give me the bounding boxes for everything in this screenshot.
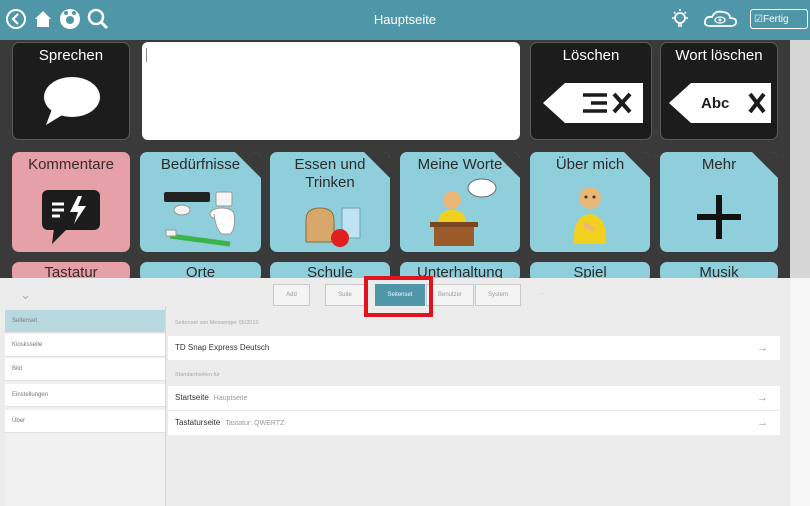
startseite-label: Startseite — [175, 393, 209, 402]
pageset-name: TD Snap Express Deutsch — [175, 343, 270, 352]
home-icon[interactable] — [32, 7, 54, 31]
settings-right-strip — [790, 278, 810, 506]
clear-label: Löschen — [562, 47, 620, 64]
highlight-box — [364, 276, 433, 317]
tab-system[interactable]: System — [475, 284, 521, 306]
default-pages-group-label: Standardseiten für — [175, 372, 220, 378]
category-kommentare[interactable]: Kommentare — [12, 152, 130, 252]
tastaturseite-row[interactable]: Tastaturseite Tastatur: QWERTZ → — [168, 411, 780, 435]
pageset-group-label: Seitenset von Messenger 05/2015 — [175, 320, 259, 326]
startseite-row[interactable]: Startseite Hauptseite → — [168, 386, 780, 410]
category-label: Essen und Trinken — [294, 156, 366, 191]
delete-word-button[interactable]: Wort löschen Abc — [660, 42, 778, 140]
panel-divider — [165, 306, 166, 506]
category-beduerfnisse[interactable]: Bedürfnisse — [140, 152, 261, 252]
profile-icon[interactable] — [58, 7, 82, 31]
collapse-chevron-icon[interactable]: ⌄ — [20, 287, 31, 303]
arrow-right-icon: → — [757, 342, 768, 354]
lightbulb-icon[interactable] — [668, 7, 692, 31]
done-label: Fertig — [762, 14, 789, 25]
tab-suite[interactable]: Suite — [325, 284, 365, 306]
right-strip — [790, 40, 810, 278]
startseite-value: Hauptseite — [213, 395, 248, 402]
comment-bolt-icon — [42, 190, 100, 244]
sidebar-item-einstellungen[interactable]: Einstellungen — [5, 384, 165, 407]
arrow-right-icon: → — [757, 392, 768, 404]
cloud-eye-icon[interactable] — [702, 7, 742, 31]
tab-add[interactable]: Add — [273, 284, 310, 306]
speak-label: Sprechen — [38, 47, 104, 64]
done-button[interactable]: ☑Fertig — [750, 9, 808, 29]
delete-word-label: Wort löschen — [675, 47, 763, 64]
toiletries-icon — [164, 191, 235, 247]
plus-icon — [697, 195, 741, 239]
delete-word-glyph: Abc — [701, 95, 730, 112]
pageset-row[interactable]: TD Snap Express Deutsch → — [168, 336, 780, 360]
tastaturseite-value: Tastatur: QWERTZ — [225, 420, 285, 427]
tab-benutzer[interactable]: Benutzer — [426, 284, 474, 306]
category-label: Über mich — [555, 156, 625, 173]
category-label: Meine Worte — [417, 156, 503, 173]
person-icon — [573, 187, 607, 244]
sidebar-item-bild[interactable]: Bild — [5, 358, 165, 381]
food-drink-icon — [305, 207, 361, 247]
tab-more[interactable]: ... — [540, 290, 545, 296]
arrow-right-icon: → — [757, 417, 768, 429]
category-label: Bedürfnisse — [160, 156, 241, 173]
clear-button[interactable]: Löschen — [530, 42, 652, 140]
category-label: Kommentare — [28, 156, 114, 173]
text-cursor — [146, 48, 147, 62]
category-essen-trinken[interactable]: Essen und Trinken — [270, 152, 390, 252]
search-icon[interactable] — [86, 7, 110, 31]
speak-button[interactable]: Sprechen — [12, 42, 130, 140]
tastaturseite-label: Tastaturseite — [175, 418, 221, 427]
category-mehr[interactable]: Mehr — [660, 152, 778, 252]
category-label: Mehr — [701, 156, 737, 173]
sidebar-item-kioskseite[interactable]: Kiosksseite — [5, 334, 165, 357]
category-meine-worte[interactable]: Meine Worte — [400, 152, 520, 252]
speech-bubble-icon — [44, 77, 100, 125]
sidebar-item-seitenset[interactable]: Seitenset — [5, 310, 165, 333]
check-icon: ☑ — [754, 14, 763, 25]
speaker-person-icon — [430, 178, 497, 246]
message-box[interactable] — [142, 42, 520, 140]
category-ueber-mich[interactable]: Über mich — [530, 152, 650, 252]
back-icon[interactable] — [5, 7, 27, 31]
clear-all-icon — [543, 83, 643, 123]
sidebar-item-ueber[interactable]: Über — [5, 410, 165, 433]
